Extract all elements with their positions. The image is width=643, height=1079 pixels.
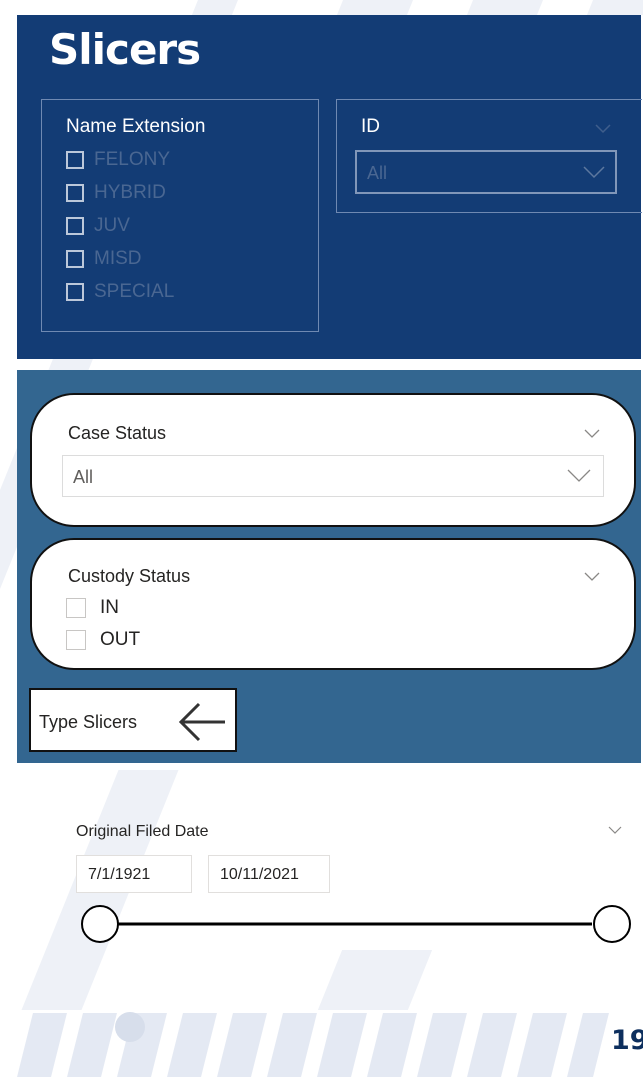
option-label: MISD	[94, 248, 142, 269]
checkbox[interactable]	[66, 630, 86, 650]
bottom-decor-bar	[417, 1013, 467, 1077]
chevron-down-icon[interactable]	[584, 429, 600, 439]
checkbox[interactable]	[66, 184, 84, 202]
bottom-decor-bar	[167, 1013, 217, 1077]
checkbox[interactable]	[66, 217, 84, 235]
type-slicers-label: Type Slicers	[39, 712, 138, 732]
bottom-decor-dot	[115, 1012, 145, 1042]
option-label: SPECIAL	[94, 281, 175, 302]
option-label: IN	[100, 597, 119, 618]
bottom-decor-bar	[317, 1013, 367, 1077]
page-title: Slicers	[49, 25, 201, 74]
name-extension-option-felony[interactable]: FELONY	[66, 148, 170, 172]
case-status-dropdown[interactable]: All	[62, 455, 604, 497]
case-status-slicer: Case Status All	[30, 393, 636, 527]
start-date-input[interactable]: 7/1/1921	[76, 855, 192, 893]
option-label: HYBRID	[94, 182, 166, 203]
option-label: JUV	[94, 215, 130, 236]
custody-status-title: Custody Status	[68, 566, 191, 586]
name-extension-option-juv[interactable]: JUV	[66, 214, 130, 238]
background-stripe	[466, 0, 544, 15]
bottom-decor-bar	[567, 1013, 609, 1077]
background-stripe	[586, 0, 643, 15]
range-start-handle[interactable]	[81, 905, 119, 943]
custody-option-out[interactable]: OUT	[66, 628, 140, 652]
bottom-decor-bar	[67, 1013, 117, 1077]
end-date-input[interactable]: 10/11/2021	[208, 855, 330, 893]
checkbox[interactable]	[66, 598, 86, 618]
custody-status-slicer: Custody Status IN OUT	[30, 538, 636, 670]
name-extension-option-hybrid[interactable]: HYBRID	[66, 181, 166, 205]
date-slicer-title: Original Filed Date	[76, 823, 209, 840]
type-slicers-callout: Type Slicers	[29, 688, 237, 752]
bottom-decor-bar	[217, 1013, 267, 1077]
bottom-decor-bar	[367, 1013, 417, 1077]
chevron-down-icon	[583, 166, 605, 179]
option-label: FELONY	[94, 149, 171, 170]
bottom-decor-bar	[17, 1013, 67, 1077]
chevron-down-icon[interactable]	[608, 826, 622, 835]
checkbox[interactable]	[66, 151, 84, 169]
name-extension-option-special[interactable]: SPECIAL	[66, 280, 174, 304]
original-filed-date-slicer: Original Filed Date 7/1/1921 10/11/2021	[60, 812, 643, 952]
id-slicer-title: ID	[361, 116, 380, 137]
option-label: OUT	[100, 629, 141, 650]
arrow-left-icon	[178, 702, 225, 742]
background-stripe	[336, 0, 414, 15]
dropdown-value: All	[73, 467, 94, 487]
date-range-track	[81, 905, 631, 943]
background-stripe	[317, 950, 433, 1010]
bottom-decor-bar	[267, 1013, 317, 1077]
dropdown-value: All	[367, 163, 388, 183]
slicers-dark-panel: Slicers Name Extension FELONY HYBRID JUV…	[17, 15, 642, 359]
chevron-down-icon[interactable]	[584, 572, 600, 582]
page-number: 19	[611, 1025, 643, 1056]
checkbox[interactable]	[66, 283, 84, 301]
custody-option-in[interactable]: IN	[66, 596, 119, 620]
bottom-decor-bar	[467, 1013, 517, 1077]
case-status-title: Case Status	[68, 423, 167, 443]
name-extension-title: Name Extension	[66, 116, 206, 137]
chevron-down-icon	[567, 469, 591, 482]
id-dropdown[interactable]: All	[355, 150, 617, 194]
start-date-value: 7/1/1921	[88, 866, 151, 883]
end-date-value: 10/11/2021	[220, 866, 299, 883]
range-end-handle[interactable]	[593, 905, 631, 943]
bottom-decor-bar	[517, 1013, 567, 1077]
name-extension-slicer: Name Extension FELONY HYBRID JUV MISD SP…	[41, 99, 319, 332]
chevron-down-icon[interactable]	[595, 124, 611, 134]
slicers-blue-panel: Case Status All Custody Status IN OUT Ty…	[17, 370, 641, 763]
id-slicer: ID All	[336, 99, 642, 213]
checkbox[interactable]	[66, 250, 84, 268]
name-extension-option-misd[interactable]: MISD	[66, 247, 142, 271]
